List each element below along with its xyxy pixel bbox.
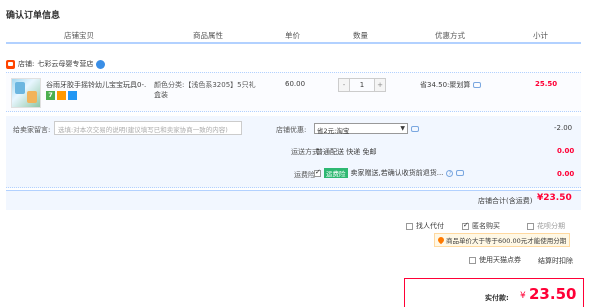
message-input[interactable]: 选填:对本次交易的说明(建议填写已和卖家协商一致的内容) (54, 121, 242, 135)
shop-name-link[interactable]: 七彩云母婴专营店 (37, 59, 93, 69)
unit-price: 60.00 (285, 80, 306, 88)
order-item-row (6, 72, 581, 112)
product-props: 颜色分类:【浅色系3205】5只礼 盒装 (154, 80, 264, 100)
shipping-value: 普通配送 快递 免邮 (316, 148, 377, 156)
coupon-select[interactable]: 省2元:淘宝 ▼ (314, 123, 408, 135)
header-promo: 优惠方式 (435, 31, 465, 40)
qty-input[interactable]: 1 (350, 78, 374, 92)
notice-text: 商品单价大于等于600.00元才能使用分期 (446, 237, 567, 245)
chat-bubble-icon[interactable] (456, 170, 465, 176)
proxy-pay-checkbox[interactable] (406, 222, 413, 230)
qty-plus-button[interactable]: + (374, 78, 386, 92)
insurance-tag: 运费险 (324, 168, 348, 178)
points-checkbox[interactable] (469, 256, 476, 264)
header-subtotal: 小计 (533, 31, 548, 40)
anonymous-checkbox[interactable] (462, 221, 469, 230)
store-total-label: 店铺合计(含运费) (478, 197, 533, 205)
anonymous-label: 匿名购买 (472, 222, 500, 230)
chat-bubble-icon[interactable] (411, 126, 419, 132)
points-deduct-note: 结算时扣除 (538, 257, 573, 265)
product-thumbnail[interactable] (11, 78, 41, 108)
installment-label: 花呗分期 (537, 222, 565, 230)
header-attr: 商品属性 (193, 31, 223, 40)
promo: 省34.50:聚划算 (420, 80, 482, 90)
promo-text: 省34.50:聚划算 (420, 81, 471, 89)
product-title-link[interactable]: 谷雨牙胶手摇铃幼儿宝宝玩具0-... (46, 80, 146, 90)
anonymous-option: 匿名购买 (462, 221, 500, 231)
header-shop-item: 店铺宝贝 (64, 31, 94, 40)
coupon-label: 店铺优惠: (276, 126, 307, 134)
props-line: 颜色分类:【浅色系3205】5只礼 (154, 81, 256, 89)
points-option: 使用天猫点券 (469, 255, 521, 265)
props-line: 盒装 (154, 91, 168, 99)
question-icon[interactable]: ? (446, 169, 454, 177)
insurance-row: 运费险 卖家赠送,若确认收货前退货... ? (314, 168, 465, 178)
installment-notice: 商品单价大于等于600.00元才能使用分期 (434, 233, 571, 247)
shop-icon (6, 59, 15, 69)
shop-row: 店铺: 七彩云母婴专营店 (6, 58, 106, 70)
proxy-pay-label: 找人代付 (416, 222, 444, 230)
product-badges: 7 (46, 91, 77, 100)
installment-checkbox[interactable] (527, 222, 534, 230)
wangwang-chat-icon[interactable] (96, 59, 106, 69)
pay-label: 实付款: (485, 294, 509, 302)
guarantee-badge-icon (68, 91, 77, 100)
pay-amount: 23.50 (529, 285, 577, 303)
chevron-down-icon: ▼ (400, 125, 405, 132)
installment-option: 花呗分期 (527, 221, 565, 231)
shop-prefix: 店铺: (18, 60, 35, 68)
insurance-amount: 0.00 (557, 170, 575, 178)
proxy-pay-option: 找人代付 (406, 221, 444, 231)
seven-day-return-icon: 7 (46, 91, 55, 100)
service-badge-icon (57, 91, 66, 100)
insurance-checkbox[interactable] (314, 168, 321, 177)
pay-currency: ¥ (520, 291, 526, 301)
quantity-stepper: - 1 + (338, 78, 386, 92)
points-label: 使用天猫点券 (479, 256, 521, 264)
message-label: 给卖家留言: (13, 126, 51, 134)
store-total-value: ¥23.50 (537, 193, 572, 203)
header-price: 单价 (285, 31, 300, 40)
coupon-amount: -2.00 (554, 124, 573, 132)
coupon-selected: 省2元:淘宝 (317, 127, 350, 135)
item-subtotal: 25.50 (535, 80, 558, 88)
qty-minus-button[interactable]: - (338, 78, 350, 92)
chat-bubble-icon[interactable] (473, 82, 482, 88)
header-divider (6, 42, 581, 44)
insurance-text: 卖家赠送,若确认收货前退货... (350, 169, 444, 177)
shipping-amount: 0.00 (557, 147, 575, 155)
header-qty: 数量 (353, 31, 368, 40)
page-title: 确认订单信息 (6, 11, 61, 21)
location-pin-icon (436, 235, 446, 245)
